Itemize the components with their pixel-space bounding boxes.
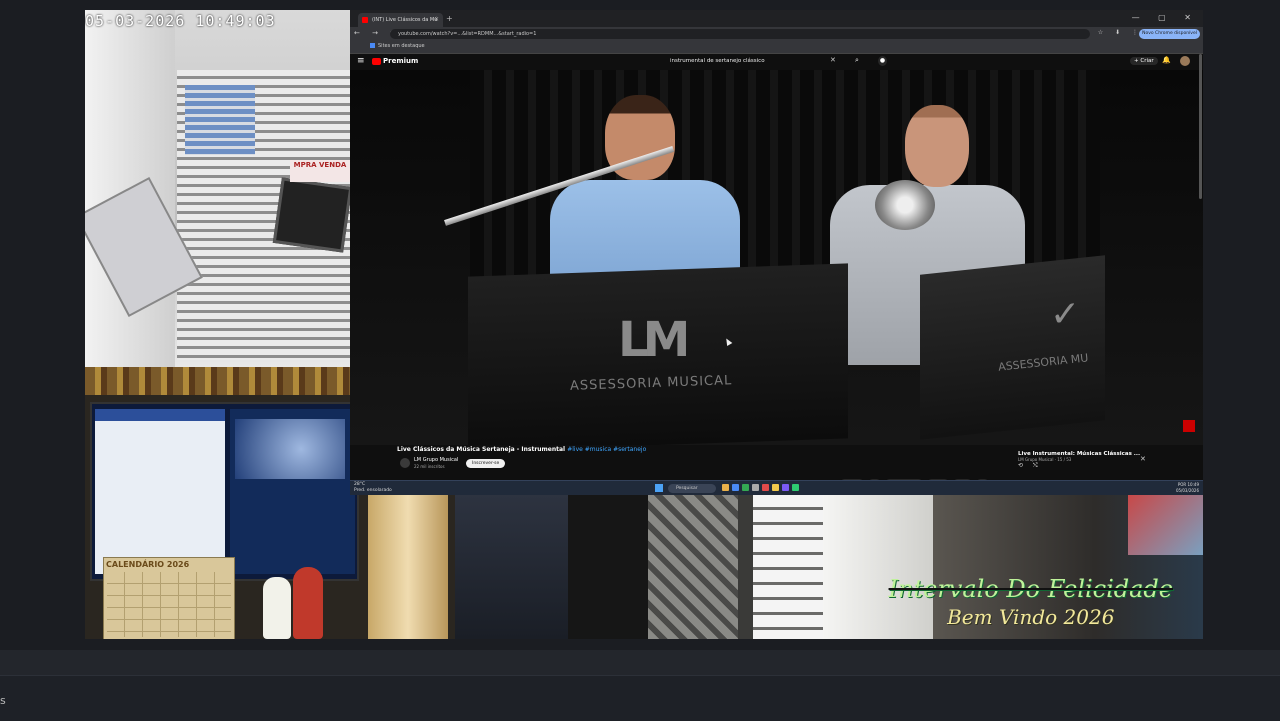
bookshelf	[85, 367, 350, 395]
tab-bar: (INT) Live Clássicos da Mú ✕ + — ▢ ✕	[350, 10, 1203, 27]
glass-door	[753, 495, 823, 639]
taskbar-apps	[722, 484, 802, 493]
video-player[interactable]: LM ASSESSORIA MUSICAL ✓ ASSESSORIA MU	[350, 70, 1203, 452]
overlay-line-2: Bem Vindo 2026	[947, 605, 1115, 629]
bookmark-icon	[370, 43, 375, 48]
app-icon[interactable]	[762, 484, 769, 491]
extension-icons[interactable]: ☆ ⬇ ⋮	[1098, 29, 1143, 36]
desk-monitor	[90, 402, 359, 581]
playlist-controls[interactable]: ⟲ ⤭	[1018, 462, 1148, 470]
stand-logo: LM	[618, 312, 690, 368]
video-hashtags[interactable]: #live #musica #sertanejo	[567, 446, 646, 453]
figurines	[263, 557, 333, 639]
channel-watermark-icon[interactable]	[1183, 420, 1195, 432]
greeting-overlay: Intervalo Do Felicidade Bem Vindo 2026	[889, 575, 1173, 629]
start-icon[interactable]	[655, 484, 663, 492]
camera-timestamp: 05-03-2026 10:49:03	[85, 12, 276, 30]
youtube-favicon-icon	[362, 17, 368, 23]
notifications-bell-icon[interactable]: 🔔	[1162, 56, 1171, 64]
tab-youtube[interactable]: (INT) Live Clássicos da Mú ✕	[358, 13, 443, 27]
close-icon[interactable]: ✕	[1140, 455, 1146, 463]
bookmarks-bar: Sites em destaque	[350, 41, 1203, 54]
bookmark-item[interactable]: Sites em destaque	[370, 43, 425, 49]
browser-window: (INT) Live Clássicos da Mú ✕ + — ▢ ✕ ← →…	[350, 10, 1203, 495]
hamburger-menu-icon[interactable]: ≡	[357, 56, 365, 66]
file-explorer-icon[interactable]	[722, 484, 729, 491]
video-title: Live Clássicos da Música Sertaneja - Ins…	[397, 446, 647, 453]
create-button[interactable]: + Criar	[1130, 57, 1158, 65]
weather-widget[interactable]: 28°C Pred. ensolarado	[354, 482, 392, 494]
window	[185, 85, 255, 155]
channel-avatar[interactable]	[400, 458, 410, 468]
address-bar[interactable]: youtube.com/watch?v=...&list=RDMM...&sta…	[390, 29, 1090, 39]
youtube-play-icon	[372, 57, 381, 65]
camera-feed-bottom-right: Intervalo Do Felicidade Bem Vindo 2026	[568, 495, 1203, 639]
hanging-screen	[272, 177, 350, 253]
camera-feed-top-left: MPRA VENDA 05-03-2026 10:49:03	[85, 10, 350, 367]
clear-search-icon[interactable]: ✕	[830, 56, 836, 64]
app-icon[interactable]	[782, 484, 789, 491]
app-bar	[0, 675, 1280, 721]
shop-sign: MPRA VENDA	[290, 160, 350, 182]
scrollbar[interactable]	[1199, 54, 1202, 199]
subscribe-button[interactable]: Inscrever-se	[466, 459, 506, 468]
new-chrome-button[interactable]: Novo Chrome disponível	[1139, 29, 1200, 39]
channel-name[interactable]: LM Grupo Musical	[414, 457, 458, 463]
video-details: Live Clássicos da Música Sertaneja - Ins…	[350, 445, 1203, 488]
youtube-logo[interactable]: Premium	[372, 57, 418, 65]
playlist-panel[interactable]: Live Instrumental: Músicas Clássicas ...…	[1018, 451, 1148, 481]
mural	[648, 495, 738, 639]
new-tab-icon[interactable]: +	[446, 14, 453, 23]
windows-taskbar: 28°C Pred. ensolarado Pesquisar POR 10:49…	[350, 480, 1203, 495]
wall-art	[1128, 495, 1203, 555]
tab-close-icon[interactable]: ✕	[434, 13, 439, 27]
stand-logo-2-icon: ✓	[1050, 294, 1081, 335]
overlay-line-1: Intervalo Do Felicidade	[888, 575, 1173, 603]
pillar	[368, 495, 448, 639]
trumpeter-head	[905, 105, 969, 187]
tab-title: (INT) Live Clássicos da Mú	[372, 17, 438, 23]
app-icon[interactable]	[752, 484, 759, 491]
channel-subscribers: 22 mil inscritos	[414, 464, 445, 469]
calendar-label: CALENDÁRIO 2026	[106, 560, 190, 569]
trumpet	[875, 180, 935, 230]
dark-panel	[455, 495, 568, 639]
window-controls[interactable]: — ▢ ✕	[1132, 13, 1199, 22]
avatar[interactable]	[1180, 56, 1190, 66]
monitor-right-window	[230, 409, 355, 574]
app-strip	[0, 650, 1280, 675]
monitor-left-window	[95, 409, 225, 574]
wall-calendar: CALENDÁRIO 2026	[103, 557, 235, 639]
youtube-header: ≡ Premium instrumental de sertanejo clás…	[350, 54, 1203, 70]
app-icon[interactable]	[792, 484, 799, 491]
app-icon[interactable]	[772, 484, 779, 491]
microphone-icon[interactable]: ●	[878, 56, 887, 66]
app-bar-label: s	[0, 694, 6, 707]
system-tray[interactable]: POR 10:49 05/03/2026	[1176, 482, 1199, 494]
taskbar-search[interactable]: Pesquisar	[668, 484, 716, 493]
address-bar-row: ← → ⟳ youtube.com/watch?v=...&list=RDMM.…	[350, 27, 1203, 41]
chrome-icon[interactable]	[742, 484, 749, 491]
edge-icon[interactable]	[732, 484, 739, 491]
music-stand-right	[920, 255, 1105, 440]
camera-mosaic: MPRA VENDA 05-03-2026 10:49:03 CALENDÁRI…	[85, 10, 1203, 639]
youtube-search-input[interactable]: instrumental de sertanejo clássico	[670, 56, 850, 67]
search-icon[interactable]: ⌕	[855, 56, 859, 65]
